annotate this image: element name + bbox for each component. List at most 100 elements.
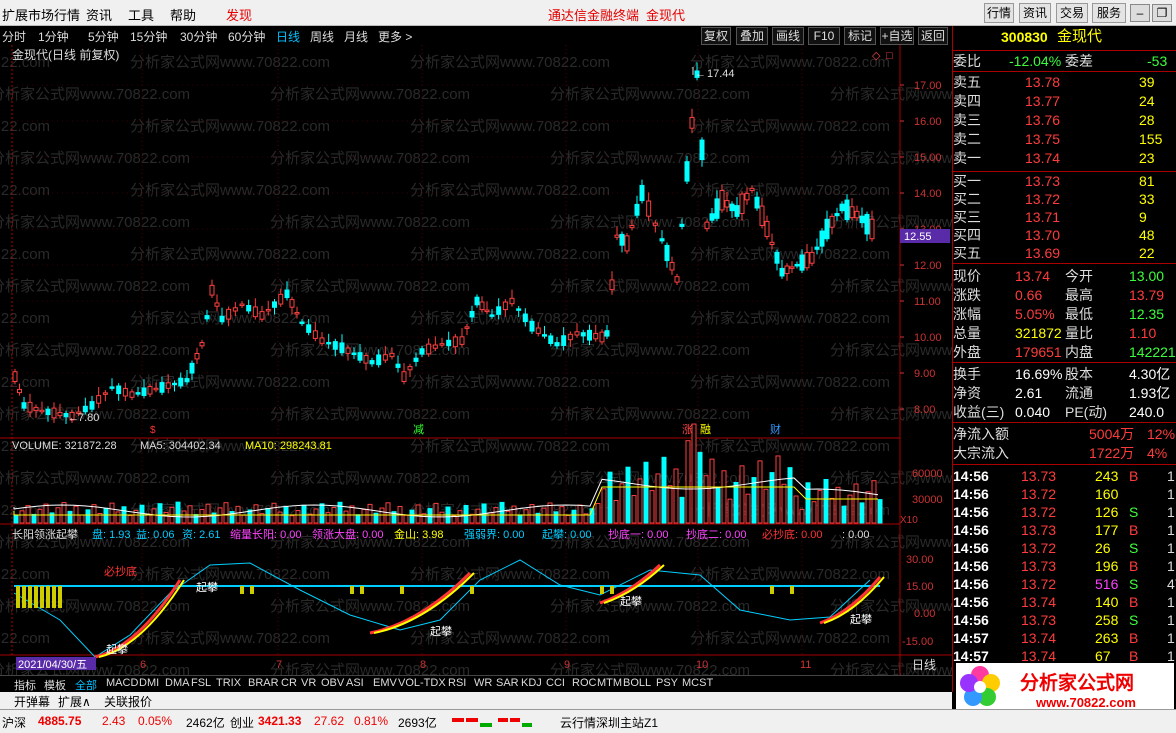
ask-row[interactable]: 卖三 13.76 28 (953, 111, 1176, 129)
period-daily[interactable]: 日线 (276, 28, 300, 45)
candle-body (769, 241, 775, 245)
tab-psy[interactable]: PSY (656, 677, 678, 689)
menu-item-discover[interactable]: 发现 (226, 5, 252, 24)
volume-bar (247, 509, 253, 524)
volume-bar (415, 504, 421, 524)
menu-item-market[interactable]: 扩展市场行情 (2, 5, 80, 24)
candle-body (679, 223, 685, 227)
tab-brar[interactable]: BRAR (248, 677, 279, 689)
tab-emv[interactable]: EMV (373, 677, 397, 689)
volume-bar (349, 505, 355, 524)
cy-label[interactable]: 创业 (230, 714, 254, 731)
quote-button[interactable]: 行情 (984, 3, 1014, 23)
minimize-icon[interactable]: – (1130, 4, 1150, 22)
rong-marker[interactable]: 融 (700, 423, 711, 436)
period-5min[interactable]: 5分钟 (88, 28, 119, 45)
ask-price: 13.77 (1025, 93, 1061, 109)
tab-指标[interactable]: 指标 (14, 677, 36, 693)
tab-trix[interactable]: TRIX (216, 677, 241, 689)
period-60min[interactable]: 60分钟 (228, 28, 265, 45)
expand-toggle[interactable]: 扩展∧ (58, 693, 91, 710)
service-button[interactable]: 服务 (1092, 3, 1126, 23)
volume-bar (619, 483, 625, 524)
draw-button[interactable]: 画线 (772, 27, 804, 45)
volume-bar (289, 515, 295, 524)
tab-全部[interactable]: 全部 (75, 677, 97, 693)
watermark-text: 分析家公式网www.70822.com (270, 214, 470, 231)
diamond-icon[interactable]: ◇ (872, 50, 881, 62)
candle-body (834, 213, 840, 217)
jian-marker[interactable]: 减 (413, 423, 424, 436)
ask-row[interactable]: 卖一 13.74 23 (953, 149, 1176, 167)
tab-sar[interactable]: SAR (496, 677, 519, 689)
period-weekly[interactable]: 周线 (310, 28, 334, 45)
tab-fsl[interactable]: FSL (191, 677, 211, 689)
tab-macd[interactable]: MACD (106, 677, 138, 689)
fin-label: 股本 (1065, 366, 1093, 382)
add-watchlist-button[interactable]: +自选 (880, 27, 914, 45)
period-15min[interactable]: 15分钟 (130, 28, 167, 45)
tab-obv[interactable]: OBV (321, 677, 344, 689)
zhang-marker[interactable]: 涨 (682, 423, 693, 436)
period-fenshi[interactable]: 分时 (2, 28, 26, 45)
f10-button[interactable]: F10 (808, 27, 840, 45)
candle-body (794, 263, 800, 267)
bid-row[interactable]: 买四 13.70 48 (953, 226, 1176, 244)
menu-item-help[interactable]: 帮助 (170, 5, 196, 24)
status-bar: 沪深 4885.75 2.43 0.05% 2462亿 创业 3421.33 2… (0, 709, 1176, 733)
tab-boll[interactable]: BOLL (623, 677, 651, 689)
tab-mtm[interactable]: MTM (597, 677, 622, 689)
server-status[interactable]: 云行情深圳主站Z1 (560, 714, 658, 731)
ask-row[interactable]: 卖四 13.77 24 (953, 92, 1176, 110)
bid-row[interactable]: 买三 13.71 9 (953, 208, 1176, 226)
period-30min[interactable]: 30分钟 (180, 28, 217, 45)
candle-body (804, 252, 810, 269)
ask-row[interactable]: 卖二 13.75 155 (953, 130, 1176, 148)
mark-button[interactable]: 标记 (844, 27, 876, 45)
kline-chart[interactable]: 分析家公式网www.70822.com 分析家公式网www.70822.com 分析… (0, 45, 952, 685)
bid-volume: 22 (1139, 245, 1155, 261)
tab-wr[interactable]: WR (474, 677, 492, 689)
volume-bar (775, 455, 781, 524)
tab-cci[interactable]: CCI (546, 677, 565, 689)
bid-row[interactable]: 买一 13.73 81 (953, 172, 1176, 190)
danmu-toggle[interactable]: 开弹幕 (14, 693, 50, 710)
overlay-button[interactable]: 叠加 (736, 27, 768, 45)
tick-volume: 263 (1095, 630, 1119, 646)
square-icon[interactable]: □ (886, 50, 893, 62)
trade-button[interactable]: 交易 (1056, 3, 1088, 23)
tick-price: 13.73 (1021, 522, 1057, 538)
candle-body (819, 230, 825, 247)
tab-asi[interactable]: ASI (346, 677, 364, 689)
cai-marker[interactable]: 财 (770, 422, 781, 436)
news-button[interactable]: 资讯 (1019, 3, 1051, 23)
menu-item-news[interactable]: 资讯 (86, 5, 112, 24)
tab-mcst[interactable]: MCST (682, 677, 713, 689)
tab-vol-tdx[interactable]: VOL-TDX (398, 677, 446, 689)
tab-roc[interactable]: ROC (572, 677, 596, 689)
bid-row[interactable]: 买二 13.72 33 (953, 190, 1176, 208)
bid-row[interactable]: 买五 13.69 22 (953, 244, 1176, 262)
menu-item-tools[interactable]: 工具 (128, 5, 154, 24)
back-button[interactable]: 返回 (918, 27, 948, 45)
s-marker[interactable]: $ (150, 425, 156, 436)
ask-row[interactable]: 卖五 13.78 39 (953, 73, 1176, 91)
volume-bar (409, 509, 415, 524)
tab-dmi[interactable]: DMI (139, 677, 159, 689)
fuquan-button[interactable]: 复权 (701, 27, 731, 45)
tab-rsi[interactable]: RSI (448, 677, 466, 689)
tab-dma[interactable]: DMA (165, 677, 189, 689)
restore-icon[interactable]: ❐ (1152, 4, 1172, 22)
sh-label[interactable]: 沪深 (2, 714, 26, 731)
linked-quote[interactable]: 关联报价 (104, 693, 152, 710)
period-monthly[interactable]: 月线 (344, 28, 368, 45)
candle-body (178, 377, 184, 387)
tab-模板[interactable]: 模板 (44, 677, 66, 693)
period-1min[interactable]: 1分钟 (38, 28, 69, 45)
tab-kdj[interactable]: KDJ (521, 677, 542, 689)
tab-vr[interactable]: VR (301, 677, 316, 689)
candle-body (122, 387, 128, 397)
period-more[interactable]: 更多 > (378, 28, 412, 45)
tab-cr[interactable]: CR (281, 677, 297, 689)
volume-bar (337, 501, 343, 524)
